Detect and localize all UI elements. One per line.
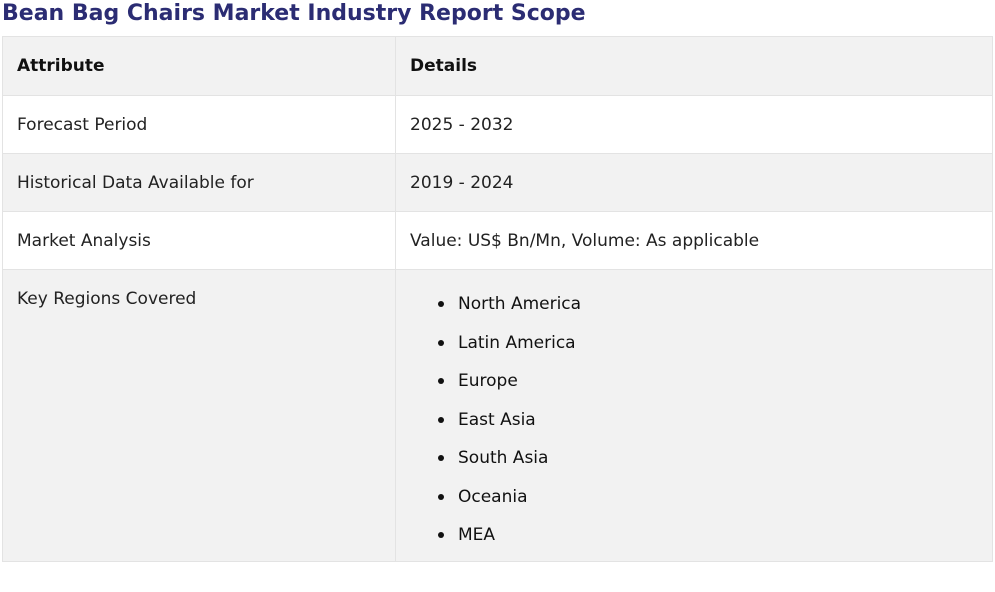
list-item: Oceania [438, 484, 978, 523]
report-scope-table: Attribute Details Forecast Period 2025 -… [2, 36, 993, 562]
bullet-icon [438, 532, 444, 538]
region-label: North America [458, 294, 582, 314]
list-item: East Asia [438, 407, 978, 446]
details-cell: 2019 - 2024 [395, 153, 993, 212]
bullet-icon [438, 493, 444, 500]
region-list: North America Latin America Europe East … [410, 270, 978, 561]
bullet-icon [438, 416, 444, 423]
details-cell: Value: US$ Bn/Mn, Volume: As applicable [395, 211, 993, 270]
region-label: MEA [458, 525, 496, 545]
region-label: Latin America [458, 332, 576, 353]
list-item: Europe [438, 368, 978, 407]
header-attribute: Attribute [2, 36, 396, 96]
table-row-market-analysis: Market Analysis Value: US$ Bn/Mn, Volume… [2, 211, 993, 270]
list-item: North America [438, 291, 978, 330]
bullet-icon [438, 378, 444, 384]
header-details: Details [395, 36, 993, 96]
list-item: South Asia [438, 445, 978, 484]
attribute-cell: Market Analysis [2, 211, 396, 270]
region-label: East Asia [458, 409, 536, 430]
attribute-cell: Forecast Period [2, 95, 396, 154]
list-item: MEA [438, 522, 978, 561]
list-item: Latin America [438, 330, 978, 369]
table-row-key-regions: Key Regions Covered North America Latin … [2, 269, 993, 562]
bullet-icon [438, 301, 444, 307]
region-label: South Asia [458, 448, 549, 468]
table-header-row: Attribute Details [2, 36, 993, 96]
page-title: Bean Bag Chairs Market Industry Report S… [2, 1, 586, 26]
region-label: Europe [458, 371, 518, 391]
bullet-icon [438, 455, 444, 461]
attribute-cell: Historical Data Available for [2, 153, 396, 212]
details-cell: 2025 - 2032 [395, 95, 993, 154]
details-cell: North America Latin America Europe East … [395, 269, 993, 562]
table-row-historical-data: Historical Data Available for 2019 - 202… [2, 153, 993, 212]
table-row-forecast-period: Forecast Period 2025 - 2032 [2, 95, 993, 154]
region-label: Oceania [458, 486, 528, 507]
bullet-icon [438, 339, 444, 346]
attribute-cell: Key Regions Covered [2, 269, 396, 562]
